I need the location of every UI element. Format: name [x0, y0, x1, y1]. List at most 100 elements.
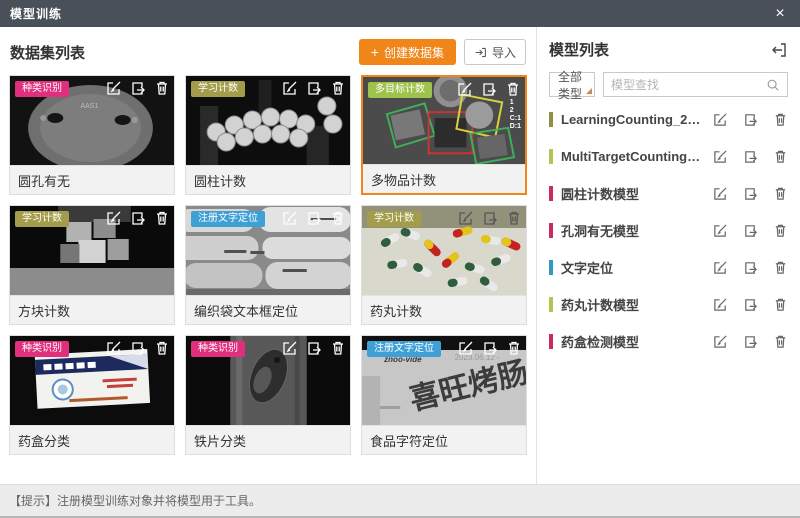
- export-icon[interactable]: [743, 297, 758, 312]
- delete-icon[interactable]: [330, 80, 346, 96]
- dataset-card-round-hole[interactable]: AAS1 种类识别 圆孔有无: [9, 75, 175, 195]
- delete-icon[interactable]: [773, 112, 788, 127]
- export-icon[interactable]: [743, 334, 758, 349]
- dataset-tag: 种类识别: [15, 81, 69, 97]
- delete-icon[interactable]: [154, 80, 170, 96]
- model-row[interactable]: MultiTargetCounting_25...: [549, 138, 788, 175]
- dataset-title: 方块计数: [10, 295, 174, 324]
- export-icon[interactable]: [743, 149, 758, 164]
- delete-icon[interactable]: [330, 340, 346, 356]
- dataset-thumbnail: AAS1 种类识别: [10, 76, 174, 165]
- model-row[interactable]: 药盒检测模型: [549, 323, 788, 360]
- hint-bar: 【提示】注册模型训练对象并将模型用于工具。: [0, 484, 800, 518]
- edit-icon[interactable]: [713, 149, 728, 164]
- model-search-input[interactable]: [611, 78, 766, 92]
- model-type-select[interactable]: 全部类型: [549, 72, 595, 97]
- dataset-thumbnail: 学习计数: [186, 76, 350, 165]
- model-type-color-bar: [549, 149, 553, 164]
- edit-icon[interactable]: [713, 223, 728, 238]
- delete-icon[interactable]: [154, 340, 170, 356]
- model-row[interactable]: 孔洞有无模型: [549, 212, 788, 249]
- dataset-card-medicine-box-classify[interactable]: 种类识别 药盒分类: [9, 335, 175, 455]
- model-name: 圆柱计数模型: [561, 184, 705, 203]
- edit-icon[interactable]: [282, 340, 298, 356]
- export-icon[interactable]: [130, 340, 146, 356]
- export-icon[interactable]: [130, 210, 146, 226]
- search-icon[interactable]: [766, 78, 780, 92]
- create-dataset-button[interactable]: + 创建数据集: [359, 39, 456, 65]
- model-list-title: 模型列表: [549, 39, 609, 60]
- dataset-thumbnail: 学习计数: [10, 206, 174, 295]
- close-icon[interactable]: ×: [770, 6, 790, 22]
- delete-icon[interactable]: [330, 210, 346, 226]
- dataset-card-pill-count[interactable]: 学习计数 药丸计数: [361, 205, 527, 325]
- delete-icon[interactable]: [773, 186, 788, 201]
- dataset-title: 药丸计数: [362, 295, 526, 324]
- delete-icon[interactable]: [773, 334, 788, 349]
- svg-text:AAS1: AAS1: [80, 103, 98, 110]
- model-header-row: 模型列表: [549, 39, 788, 60]
- export-icon[interactable]: [306, 210, 322, 226]
- edit-icon[interactable]: [106, 340, 122, 356]
- dataset-card-block-count[interactable]: 学习计数 方块计数: [9, 205, 175, 325]
- dataset-title: 多物品计数: [363, 164, 525, 193]
- export-icon[interactable]: [743, 112, 758, 127]
- dataset-tag: 种类识别: [15, 341, 69, 357]
- import-dataset-button[interactable]: 导入: [464, 39, 526, 65]
- edit-icon[interactable]: [282, 210, 298, 226]
- delete-icon[interactable]: [506, 210, 522, 226]
- model-row[interactable]: 药丸计数模型: [549, 286, 788, 323]
- model-row[interactable]: LearningCounting_25080...: [549, 101, 788, 138]
- model-row[interactable]: 圆柱计数模型: [549, 175, 788, 212]
- dataset-tag: 学习计数: [191, 81, 245, 97]
- edit-icon[interactable]: [458, 210, 474, 226]
- dataset-title: 编织袋文本框定位: [186, 295, 350, 324]
- import-icon: [474, 46, 487, 59]
- dataset-card-cylinder-count[interactable]: 学习计数 圆柱计数: [185, 75, 351, 195]
- dataset-thumbnail: 学习计数: [362, 206, 526, 295]
- delete-icon[interactable]: [773, 149, 788, 164]
- dataset-tag: 种类识别: [191, 341, 245, 357]
- edit-icon[interactable]: [713, 112, 728, 127]
- export-icon[interactable]: [743, 223, 758, 238]
- export-icon[interactable]: [743, 260, 758, 275]
- edit-icon[interactable]: [106, 80, 122, 96]
- export-icon[interactable]: [482, 210, 498, 226]
- edit-icon[interactable]: [713, 334, 728, 349]
- export-models-icon[interactable]: [770, 41, 788, 59]
- delete-icon[interactable]: [773, 260, 788, 275]
- dataset-card-iron-piece-classify[interactable]: 种类识别 铁片分类: [185, 335, 351, 455]
- dataset-card-food-character-locate[interactable]: znoo-vide 2023.06.12 - 喜旺烤肠 注册文字定位 食品字符定…: [361, 335, 527, 455]
- model-name: 文字定位: [561, 258, 705, 277]
- model-row[interactable]: 文字定位: [549, 249, 788, 286]
- edit-icon[interactable]: [713, 297, 728, 312]
- delete-icon[interactable]: [154, 210, 170, 226]
- delete-icon[interactable]: [773, 297, 788, 312]
- delete-icon[interactable]: [773, 223, 788, 238]
- edit-icon[interactable]: [713, 186, 728, 201]
- delete-icon[interactable]: [506, 340, 522, 356]
- dataset-card-multi-object-count[interactable]: 多目标计数 1 2 C:1 D:1 多物品计数: [361, 75, 527, 195]
- edit-icon[interactable]: [457, 81, 473, 97]
- export-icon[interactable]: [481, 81, 497, 97]
- export-icon[interactable]: [306, 80, 322, 96]
- edit-icon[interactable]: [458, 340, 474, 356]
- dataset-grid: AAS1 种类识别 圆孔有无: [9, 75, 527, 455]
- export-icon[interactable]: [130, 80, 146, 96]
- model-name: 药丸计数模型: [561, 295, 705, 314]
- edit-icon[interactable]: [282, 80, 298, 96]
- export-icon[interactable]: [743, 186, 758, 201]
- dataset-card-woven-bag-text[interactable]: 注册文字定位 编织袋文本框定位: [185, 205, 351, 325]
- model-list: LearningCounting_25080... MultiTargetCou…: [549, 101, 788, 360]
- annotation-counts: 1 2 C:1 D:1: [510, 99, 521, 131]
- create-dataset-label: 创建数据集: [384, 44, 444, 61]
- export-icon[interactable]: [306, 340, 322, 356]
- model-search-box: [603, 72, 788, 97]
- delete-icon[interactable]: [505, 81, 521, 97]
- dataset-panel: 数据集列表 + 创建数据集 导入 AAS1: [0, 27, 536, 484]
- model-type-color-bar: [549, 334, 553, 349]
- export-icon[interactable]: [482, 340, 498, 356]
- edit-icon[interactable]: [713, 260, 728, 275]
- dataset-title: 铁片分类: [186, 425, 350, 454]
- edit-icon[interactable]: [106, 210, 122, 226]
